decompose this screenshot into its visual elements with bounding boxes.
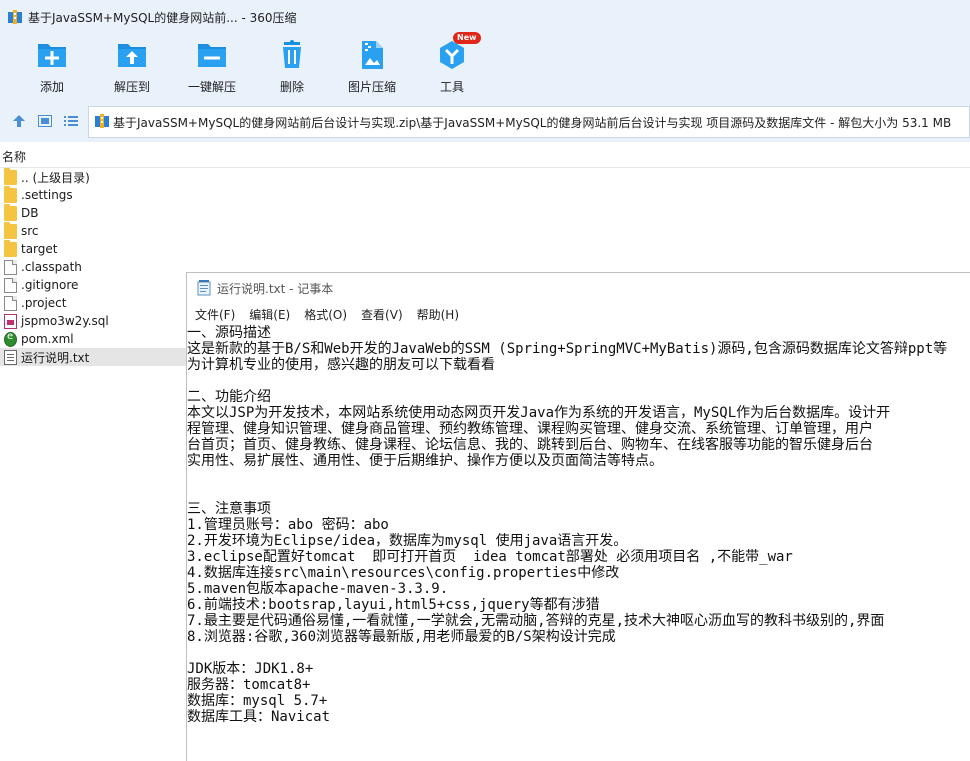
new-badge: New <box>453 32 481 44</box>
thumbnail-view-icon[interactable] <box>32 108 58 134</box>
file-icon <box>4 277 17 293</box>
folder-icon <box>4 203 17 221</box>
folder-icon <box>4 185 17 203</box>
text-line: 6.前端技术:bootsrap,layui,html5+css,jquery等都… <box>187 597 600 613</box>
xml-file-icon <box>4 331 17 347</box>
extract-to-button[interactable]: 解压到 <box>97 38 167 95</box>
menu-help[interactable]: 帮助(H) <box>417 306 459 323</box>
folder-icon <box>4 167 17 185</box>
text-line: 2.开发环境为Eclipse/idea，数据库为mysql 使用java语言开发… <box>187 533 628 549</box>
menu-file[interactable]: 文件(F) <box>195 306 235 323</box>
file-icon <box>4 295 17 311</box>
path-field[interactable]: 基于JavaSSM+MySQL的健身网站前后台设计与实现.zip\基于JavaS… <box>88 106 970 138</box>
text-line: 二、功能介绍 <box>187 389 271 405</box>
column-name-header[interactable]: 名称 <box>2 148 26 165</box>
text-line: 3.eclipse配置好tomcat 即可打开首页 idea tomcat部署处… <box>187 549 793 565</box>
extract-to-icon <box>115 38 149 72</box>
text-line: 一、源码描述 <box>187 325 271 341</box>
column-header[interactable]: 名称 <box>0 142 970 168</box>
address-bar: 基于JavaSSM+MySQL的健身网站前后台设计与实现.zip\基于JavaS… <box>0 100 970 142</box>
notepad-title: 运行说明.txt - 记事本 <box>217 281 334 296</box>
list-item-pom[interactable]: pom.xml <box>0 330 186 348</box>
text-line <box>187 645 970 661</box>
text-line <box>187 485 970 501</box>
toolbar: 添加 解压到 一键解压 删除 图片压缩 New 工具 <box>0 32 970 100</box>
delete-icon <box>275 38 309 72</box>
text-line: 服务器：tomcat8+ <box>187 677 311 693</box>
menu-format[interactable]: 格式(O) <box>304 306 347 323</box>
notepad-title-bar[interactable]: 运行说明.txt - 记事本 <box>187 273 970 303</box>
list-item-parent-dir[interactable]: .. (上级目录) <box>0 167 186 186</box>
text-line: 7.最主要是代码通俗易懂,一看就懂,一学就会,无需动脑,答辩的克星,技术大神呕心… <box>187 613 885 629</box>
up-arrow-icon[interactable] <box>6 108 32 134</box>
folder-icon <box>4 221 17 239</box>
text-line: 这是新款的基于B/S和Web开发的JavaWeb的SSM (Spring+Spr… <box>187 341 948 357</box>
add-icon <box>35 38 69 72</box>
text-line: 1.管理员账号：abo 密码：abo <box>187 517 389 533</box>
window-title: 基于JavaSSM+MySQL的健身网站前... - 360压缩 <box>28 10 297 25</box>
text-line: JDK版本：JDK1.8+ <box>187 661 314 677</box>
text-line: 为计算机专业的使用，感兴趣的朋友可以下载看看 <box>187 357 495 373</box>
text-line: 程管理、健身知识管理、健身商品管理、预约教练管理、课程购买管理、健身交流、系统管… <box>187 421 873 437</box>
text-line: 4.数据库连接src\main\resources\config.propert… <box>187 565 620 581</box>
text-file-icon <box>4 349 17 365</box>
menu-view[interactable]: 查看(V) <box>361 306 403 323</box>
list-item-sql[interactable]: jspmo3w2y.sql <box>0 312 186 330</box>
text-line: 数据库：mysql 5.7+ <box>187 693 328 709</box>
notepad-icon <box>197 280 211 296</box>
text-line <box>187 469 970 485</box>
list-item-readme-selected[interactable]: 运行说明.txt <box>0 348 186 366</box>
list-item-db[interactable]: DB <box>0 203 186 222</box>
text-line: 本文以JSP为开发技术，本网站系统使用动态网页开发Java作为系统的开发语言，M… <box>187 405 891 421</box>
list-item-project[interactable]: .project <box>0 294 186 312</box>
tools-button[interactable]: New 工具 <box>417 32 487 95</box>
list-view-icon[interactable] <box>58 108 84 134</box>
file-icon <box>4 259 17 275</box>
text-line: 台首页；首页、健身教练、健身课程、论坛信息、我的、跳转到后台、购物车、在线客服等… <box>187 437 873 453</box>
one-click-extract-button[interactable]: 一键解压 <box>177 38 247 95</box>
list-item-settings[interactable]: .settings <box>0 185 186 204</box>
image-compress-icon <box>355 38 389 72</box>
add-button[interactable]: 添加 <box>17 38 87 95</box>
text-line: 三、注意事项 <box>187 501 271 517</box>
image-compress-button[interactable]: 图片压缩 <box>337 38 407 95</box>
text-line <box>187 373 970 389</box>
text-line: 8.浏览器:谷歌,360浏览器等最新版,用老师最爱的B/S架构设计完成 <box>187 629 616 645</box>
title-bar: 基于JavaSSM+MySQL的健身网站前... - 360压缩 <box>0 0 970 34</box>
text-line: 实用性、易扩展性、通用性、便于后期维护、操作方便以及页面简洁等特点。 <box>187 453 663 469</box>
delete-button[interactable]: 删除 <box>257 38 327 95</box>
sql-file-icon <box>4 313 17 329</box>
list-item-classpath[interactable]: .classpath <box>0 258 186 276</box>
notepad-menubar: 文件(F) 编辑(E) 格式(O) 查看(V) 帮助(H) <box>187 303 970 325</box>
path-text: 基于JavaSSM+MySQL的健身网站前后台设计与实现.zip\基于JavaS… <box>113 115 952 130</box>
notepad-window: 运行说明.txt - 记事本 文件(F) 编辑(E) 格式(O) 查看(V) 帮… <box>186 272 970 761</box>
menu-edit[interactable]: 编辑(E) <box>249 306 290 323</box>
text-line: 5.maven包版本apache-maven-3.3.9. <box>187 581 449 597</box>
list-item-target[interactable]: target <box>0 239 186 258</box>
file-list: .. (上级目录) .settings DB src target .class… <box>0 167 186 366</box>
folder-icon <box>4 239 17 257</box>
list-item-gitignore[interactable]: .gitignore <box>0 276 186 294</box>
one-click-extract-icon <box>195 38 229 72</box>
list-item-src[interactable]: src <box>0 221 186 240</box>
tools-icon: New <box>435 32 481 72</box>
notepad-text-area[interactable]: 一、源码描述 这是新款的基于B/S和Web开发的JavaWeb的SSM (Spr… <box>187 325 970 725</box>
archive-path-icon <box>95 113 109 131</box>
text-line: 数据库工具：Navicat <box>187 709 331 725</box>
archive-app-icon <box>8 10 22 24</box>
